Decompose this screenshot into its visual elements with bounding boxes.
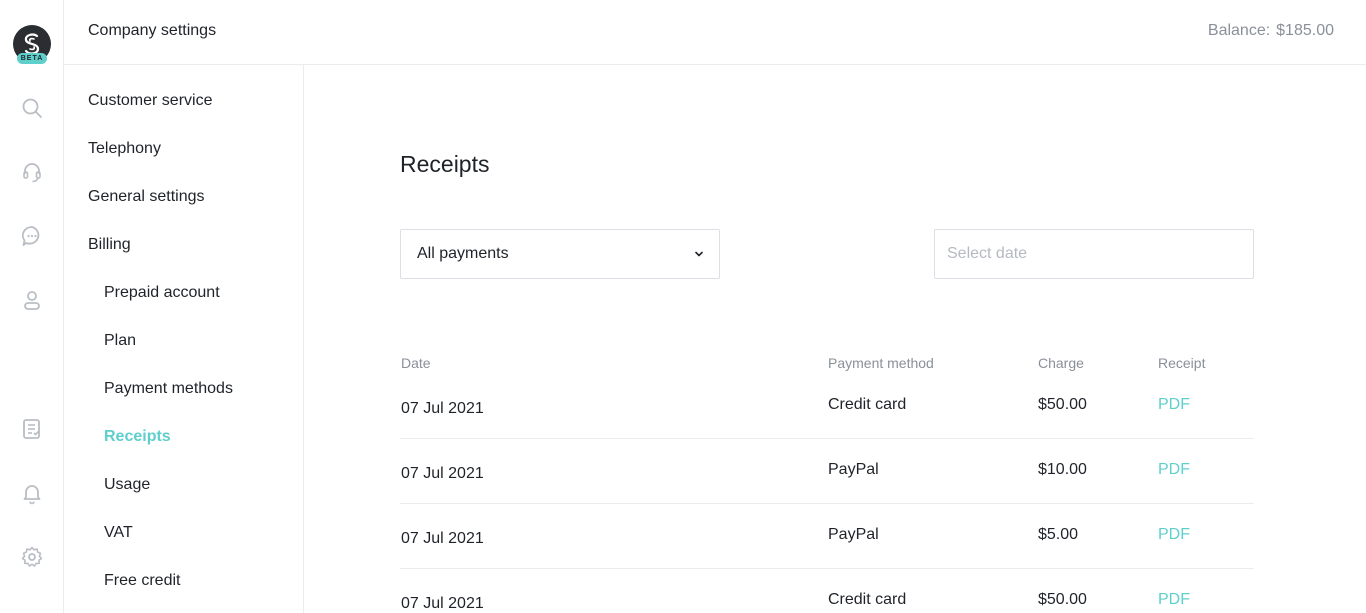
table-row: 07 Jul 2021 Credit card $50.00 PDF <box>400 569 1254 613</box>
balance-label: Balance: <box>1207 22 1271 39</box>
column-header-payment-method: Payment method <box>828 355 934 371</box>
date-filter-input[interactable] <box>934 229 1254 279</box>
nav-item-free-credit[interactable]: Free credit <box>104 572 180 590</box>
row-charge: $10.00 <box>1038 461 1087 478</box>
headset-icon[interactable] <box>20 160 44 184</box>
row-date: 07 Jul 2021 <box>401 530 484 547</box>
gear-icon[interactable] <box>20 545 44 569</box>
nav-item-general-settings[interactable]: General settings <box>88 188 205 206</box>
beta-badge: BETA <box>17 53 47 64</box>
nav-item-payment-methods[interactable]: Payment methods <box>104 380 233 398</box>
row-payment-method: Credit card <box>828 396 907 413</box>
receipt-pdf-link[interactable]: PDF <box>1158 461 1190 479</box>
payment-filter-value: All payments <box>417 245 509 262</box>
receipts-panel: Receipts All payments Date Payment metho… <box>304 65 1366 613</box>
nav-item-billing[interactable]: Billing <box>88 236 131 254</box>
top-header: Company settings Balance: $185.00 <box>64 0 1366 65</box>
column-header-date: Date <box>401 355 431 371</box>
row-date: 07 Jul 2021 <box>401 465 484 482</box>
row-payment-method: Credit card <box>828 591 907 608</box>
row-charge: $50.00 <box>1038 591 1087 608</box>
search-icon[interactable] <box>20 96 44 120</box>
nav-item-usage[interactable]: Usage <box>104 476 150 494</box>
row-payment-method: PayPal <box>828 461 879 478</box>
row-date: 07 Jul 2021 <box>401 400 484 417</box>
row-payment-method: PayPal <box>828 526 879 543</box>
balance-value: $185.00 <box>1276 22 1334 39</box>
row-date: 07 Jul 2021 <box>401 595 484 612</box>
receipt-pdf-link[interactable]: PDF <box>1158 396 1190 414</box>
nav-item-vat[interactable]: VAT <box>104 524 133 542</box>
nav-item-plan[interactable]: Plan <box>104 332 136 350</box>
icon-rail: BETA <box>0 0 64 613</box>
column-header-charge: Charge <box>1038 355 1084 371</box>
column-header-receipt: Receipt <box>1158 355 1206 371</box>
settings-nav: Customer service Telephony General setti… <box>64 65 304 613</box>
row-charge: $5.00 <box>1038 526 1079 543</box>
nav-item-customer-service[interactable]: Customer service <box>88 92 212 110</box>
bell-icon[interactable] <box>20 481 44 505</box>
table-row: 07 Jul 2021 PayPal $5.00 PDF <box>400 504 1254 569</box>
page-title: Company settings <box>88 22 217 39</box>
chevron-down-icon <box>695 251 703 257</box>
row-charge: $50.00 <box>1038 396 1087 413</box>
table-row: 07 Jul 2021 PayPal $10.00 PDF <box>400 439 1254 504</box>
nav-item-prepaid-account[interactable]: Prepaid account <box>104 284 220 302</box>
payment-filter-select[interactable]: All payments <box>400 229 720 279</box>
section-title: Receipts <box>400 151 490 177</box>
table-row: 07 Jul 2021 Credit card $50.00 PDF <box>400 374 1254 439</box>
contact-icon[interactable] <box>20 288 44 312</box>
receipt-pdf-link[interactable]: PDF <box>1158 526 1190 544</box>
reports-icon[interactable] <box>20 417 44 441</box>
chat-icon[interactable] <box>20 224 44 248</box>
account-balance: Balance: $185.00 <box>1208 22 1334 40</box>
nav-item-telephony[interactable]: Telephony <box>88 140 161 158</box>
nav-item-receipts[interactable]: Receipts <box>104 428 171 446</box>
receipt-pdf-link[interactable]: PDF <box>1158 591 1190 609</box>
